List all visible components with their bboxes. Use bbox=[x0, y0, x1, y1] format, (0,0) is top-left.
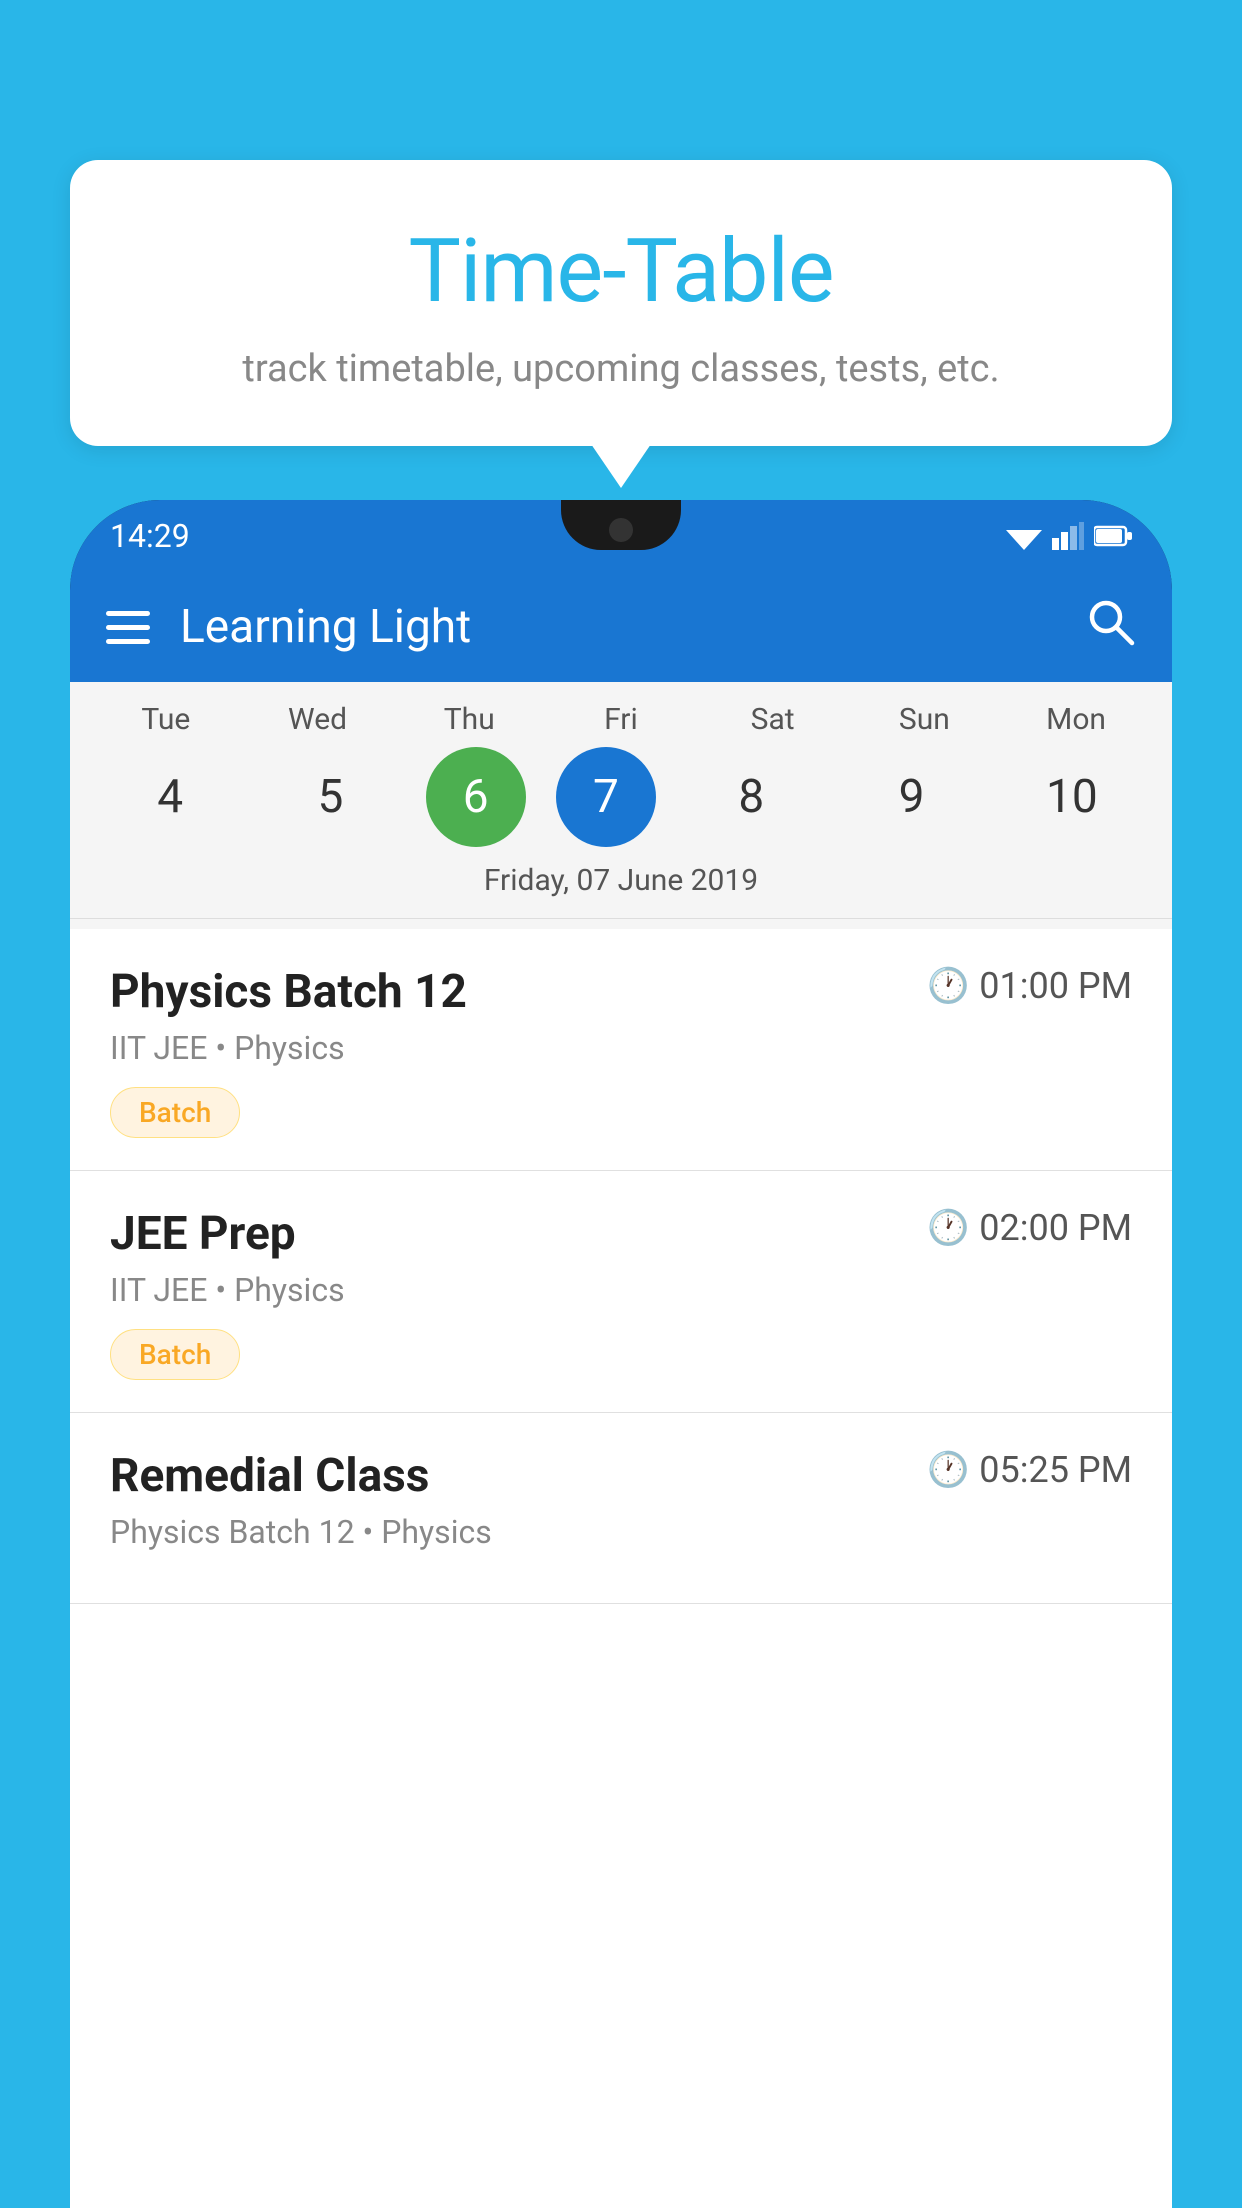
schedule-title-2: JEE Prep bbox=[110, 1207, 296, 1261]
clock-icon-3: 🕐 bbox=[927, 1450, 969, 1490]
day-4[interactable]: 4 bbox=[105, 747, 235, 847]
schedule-time-3: 🕐 05:25 PM bbox=[927, 1449, 1132, 1491]
day-10[interactable]: 10 bbox=[1007, 747, 1137, 847]
hamburger-line-1 bbox=[106, 611, 150, 616]
schedule-item-3[interactable]: Remedial Class 🕐 05:25 PM Physics Batch … bbox=[70, 1413, 1172, 1604]
schedule-item-2[interactable]: JEE Prep 🕐 02:00 PM IIT JEE • Physics Ba… bbox=[70, 1171, 1172, 1413]
schedule-container: Physics Batch 12 🕐 01:00 PM IIT JEE • Ph… bbox=[70, 929, 1172, 2208]
wifi-icon bbox=[1006, 522, 1042, 550]
notch bbox=[561, 500, 681, 550]
schedule-time-1: 🕐 01:00 PM bbox=[927, 965, 1132, 1007]
day-6-today[interactable]: 6 bbox=[426, 747, 526, 847]
tooltip-card: Time-Table track timetable, upcoming cla… bbox=[70, 160, 1172, 446]
day-numbers: 4 5 6 7 8 9 10 bbox=[70, 747, 1172, 847]
day-header-sun: Sun bbox=[859, 702, 989, 737]
schedule-time-2: 🕐 02:00 PM bbox=[927, 1207, 1132, 1249]
day-5[interactable]: 5 bbox=[265, 747, 395, 847]
status-bar: 14:29 bbox=[70, 500, 1172, 572]
schedule-item-3-top: Remedial Class 🕐 05:25 PM bbox=[110, 1449, 1132, 1503]
selected-date: Friday, 07 June 2019 bbox=[70, 847, 1172, 919]
battery-icon bbox=[1094, 525, 1132, 547]
schedule-item-1[interactable]: Physics Batch 12 🕐 01:00 PM IIT JEE • Ph… bbox=[70, 929, 1172, 1171]
schedule-time-value-1: 01:00 PM bbox=[979, 965, 1132, 1007]
phone-content: Tue Wed Thu Fri Sat Sun Mon 4 5 6 7 8 9 … bbox=[70, 682, 1172, 2208]
tooltip-title: Time-Table bbox=[110, 220, 1132, 323]
app-bar-title: Learning Light bbox=[180, 600, 471, 654]
status-icons bbox=[1006, 522, 1132, 550]
batch-badge-1: Batch bbox=[110, 1087, 240, 1138]
hamburger-line-2 bbox=[106, 625, 150, 630]
phone-frame: 14:29 bbox=[70, 500, 1172, 2208]
schedule-subtitle-1: IIT JEE • Physics bbox=[110, 1029, 1132, 1067]
app-bar: Learning Light bbox=[70, 572, 1172, 682]
schedule-subtitle-3: Physics Batch 12 • Physics bbox=[110, 1513, 1132, 1551]
day-7-selected[interactable]: 7 bbox=[556, 747, 656, 847]
app-bar-left: Learning Light bbox=[106, 600, 471, 654]
signal-icon bbox=[1052, 522, 1084, 550]
schedule-title-1: Physics Batch 12 bbox=[110, 965, 467, 1019]
day-header-thu: Thu bbox=[404, 702, 534, 737]
schedule-time-value-2: 02:00 PM bbox=[979, 1207, 1132, 1249]
schedule-item-1-top: Physics Batch 12 🕐 01:00 PM bbox=[110, 965, 1132, 1019]
batch-badge-2: Batch bbox=[110, 1329, 240, 1380]
day-header-tue: Tue bbox=[101, 702, 231, 737]
hamburger-menu-icon[interactable] bbox=[106, 611, 150, 644]
day-9[interactable]: 9 bbox=[847, 747, 977, 847]
hamburger-line-3 bbox=[106, 639, 150, 644]
tooltip-subtitle: track timetable, upcoming classes, tests… bbox=[110, 347, 1132, 391]
day-header-wed: Wed bbox=[253, 702, 383, 737]
status-time: 14:29 bbox=[110, 517, 190, 555]
schedule-title-3: Remedial Class bbox=[110, 1449, 429, 1503]
clock-icon-2: 🕐 bbox=[927, 1208, 969, 1248]
clock-icon-1: 🕐 bbox=[927, 966, 969, 1006]
search-icon[interactable] bbox=[1084, 595, 1136, 660]
search-svg bbox=[1084, 595, 1136, 647]
schedule-subtitle-2: IIT JEE • Physics bbox=[110, 1271, 1132, 1309]
day-header-fri: Fri bbox=[556, 702, 686, 737]
day-headers: Tue Wed Thu Fri Sat Sun Mon bbox=[70, 702, 1172, 737]
schedule-time-value-3: 05:25 PM bbox=[979, 1449, 1132, 1491]
calendar-week: Tue Wed Thu Fri Sat Sun Mon 4 5 6 7 8 9 … bbox=[70, 682, 1172, 929]
schedule-item-2-top: JEE Prep 🕐 02:00 PM bbox=[110, 1207, 1132, 1261]
day-8[interactable]: 8 bbox=[686, 747, 816, 847]
camera-dot bbox=[609, 518, 633, 542]
day-header-mon: Mon bbox=[1011, 702, 1141, 737]
day-header-sat: Sat bbox=[708, 702, 838, 737]
